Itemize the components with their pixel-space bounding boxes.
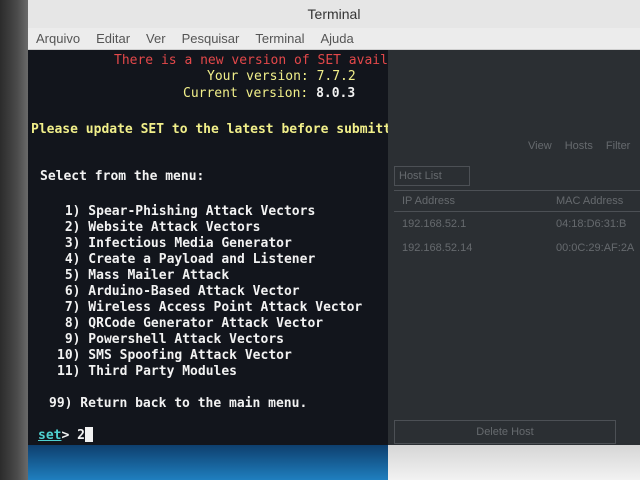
menu-ver[interactable]: Ver [146, 31, 166, 46]
prompt-input[interactable]: 2 [77, 428, 85, 443]
menu-bar: Arquivo Editar Ver Pesquisar Terminal Aj… [28, 28, 640, 50]
update-notice: There is a new version of SET available. [114, 53, 388, 68]
background-app-ghost: View Hosts Filter Host List IP Address M… [388, 50, 640, 445]
menu-editar[interactable]: Editar [96, 31, 130, 46]
ghost-ip: 192.168.52.1 [402, 218, 467, 230]
menu-option-4: 4) Create a Payload and Listener [57, 252, 316, 267]
menu-arquivo[interactable]: Arquivo [36, 31, 80, 46]
ghost-row: 192.168.52.1 04:18:D6:31:B [394, 218, 640, 238]
your-version-value: 7.7.2 [316, 69, 356, 84]
terminal-output[interactable]: There is a new version of SET available.… [28, 50, 388, 445]
ghost-row: 192.168.52.14 00:0C:29:AF:2A [394, 242, 640, 262]
ghost-col-mac: MAC Address [556, 195, 624, 207]
current-version-value: 8.0.3 [316, 86, 356, 101]
ghost-view: View [528, 140, 552, 152]
menu-option-5: 5) Mass Mailer Attack [57, 268, 230, 283]
menu-option-2: 2) Website Attack Vectors [57, 220, 261, 235]
monitor-bezel [0, 0, 28, 480]
window-title: Terminal [28, 0, 640, 28]
your-version-label: Your version: [207, 69, 309, 84]
desktop-taskbar-area [28, 445, 388, 480]
menu-terminal[interactable]: Terminal [255, 31, 304, 46]
menu-option-3: 3) Infectious Media Generator [57, 236, 292, 251]
menu-option-7: 7) Wireless Access Point Attack Vector [57, 300, 363, 315]
ghost-ip: 192.168.52.14 [402, 242, 473, 254]
current-version-line: Current version: 8.0.3 [183, 86, 355, 102]
your-version-line: Your version: 7.7.2 [207, 69, 356, 85]
ghost-toolbar: View Hosts Filter [528, 140, 640, 152]
ghost-col-ip: IP Address [402, 195, 455, 207]
menu-option-6: 6) Arduino-Based Attack Vector [57, 284, 300, 299]
ghost-table-header: IP Address MAC Address [394, 190, 640, 212]
text-cursor [84, 427, 93, 442]
ghost-mac: 00:0C:29:AF:2A [556, 242, 635, 254]
menu-option-11: 11) Third Party Modules [57, 364, 238, 379]
ghost-hosts: Hosts [564, 140, 593, 152]
prompt-arrow: > [61, 428, 70, 443]
menu-option-10: 10) SMS Spoofing Attack Vector [57, 348, 292, 363]
ghost-mac: 04:18:D6:31:B [556, 218, 627, 230]
menu-ajuda[interactable]: Ajuda [321, 31, 354, 46]
terminal-empty-area[interactable]: View Hosts Filter Host List IP Address M… [388, 50, 640, 445]
desktop-background-area [388, 445, 640, 480]
menu-option-return: 99) Return back to the main menu. [49, 396, 308, 411]
ghost-filter: Filter [605, 140, 631, 152]
menu-pesquisar[interactable]: Pesquisar [182, 31, 240, 46]
menu-option-8: 8) QRCode Generator Attack Vector [57, 316, 324, 331]
prompt-name: set [38, 428, 62, 443]
menu-option-1: 1) Spear-Phishing Attack Vectors [57, 204, 316, 219]
menu-prompt: Select from the menu: [40, 169, 205, 184]
command-prompt-line[interactable]: set> 2 [38, 427, 93, 444]
current-version-label: Current version: [183, 86, 309, 101]
update-warning: Please update SET to the latest before s… [31, 122, 388, 137]
ghost-delete-host-button: Delete Host [394, 420, 616, 444]
menu-option-9: 9) Powershell Attack Vectors [57, 332, 284, 347]
ghost-host-list-tab: Host List [394, 166, 470, 186]
